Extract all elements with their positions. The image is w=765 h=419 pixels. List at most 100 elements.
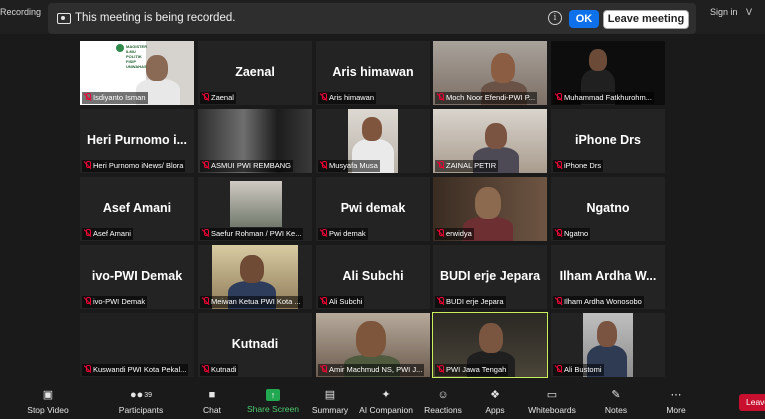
whiteboard-icon: ▭ — [546, 389, 558, 401]
participant-name-label: Ngatno — [553, 228, 591, 240]
person-face — [485, 123, 507, 149]
participant-tile[interactable]: Aris himawan Aris himawan — [316, 41, 430, 105]
person-face — [479, 323, 503, 353]
participant-tile[interactable]: BUDI erje Jepara BUDI erje Jepara — [433, 245, 547, 309]
share-screen-button[interactable]: ↑ Share Screen — [247, 385, 299, 414]
participant-display-name: Kutnadi — [231, 337, 279, 351]
participant-name: Kutnadi — [211, 365, 237, 374]
participant-tile[interactable]: Ali Subchi Ali Subchi — [316, 245, 430, 309]
info-icon[interactable]: i — [548, 11, 562, 25]
participant-name: Amir Machmud NS, PWI J... — [329, 365, 423, 374]
participant-display-name: BUDI erje Jepara — [439, 269, 541, 283]
mic-muted-icon — [437, 161, 444, 169]
participant-name-label: Meiwan Ketua PWI Kota ... — [200, 296, 303, 308]
participant-tile[interactable]: Saefur Rohman / PWI Ke... — [198, 177, 312, 241]
person-face — [356, 321, 386, 357]
whiteboards-button[interactable]: ▭ Whiteboards — [527, 385, 577, 415]
participant-tile[interactable]: Asef Amani Asef Amani — [80, 177, 194, 241]
participant-display-name: Asef Amani — [102, 201, 172, 215]
participant-tile[interactable]: Moch Noor Efendi-PWI P... — [433, 41, 547, 105]
share-arrow-icon: ↑ — [266, 389, 280, 401]
mic-muted-icon — [320, 229, 327, 237]
participant-name: erwidya — [446, 229, 472, 238]
sparkle-icon: ✦ — [381, 389, 391, 401]
participant-tile[interactable]: Kuswandi PWI Kota Pekal... — [80, 313, 194, 377]
leave-meeting-button[interactable]: Leave meeting — [603, 10, 689, 29]
notes-icon: ✎ — [611, 389, 621, 401]
participant-name: Muhammad Fatkhurohm... — [564, 93, 652, 102]
participant-name: Aris himawan — [329, 93, 375, 102]
participant-tile[interactable]: MAGISTER ILMU POLITIK FISIP UNWAHAS Isdiy… — [80, 41, 194, 105]
participant-tile[interactable]: Pwi demak Pwi demak — [316, 177, 430, 241]
participant-tile[interactable]: Zaenal Zaenal — [198, 41, 312, 105]
participant-tile[interactable]: Heri Purnomo i... Heri Purnomo iNews/ Blo… — [80, 109, 194, 173]
mic-muted-icon — [202, 229, 209, 237]
participant-tile[interactable]: ZAINAL PETIR — [433, 109, 547, 173]
ellipsis-icon: ⋯ — [670, 389, 682, 401]
participant-name-label: ZAINAL PETIR — [435, 160, 499, 172]
ok-button[interactable]: OK — [569, 10, 599, 28]
participant-name: ASMUI PWI REMBANG — [211, 161, 292, 170]
participant-name: Ali Bustomi — [564, 365, 602, 374]
participant-name-label: Kutnadi — [200, 364, 239, 376]
participant-display-name: Aris himawan — [332, 65, 414, 79]
participant-tile[interactable]: Ngatno Ngatno — [551, 177, 665, 241]
participant-tile[interactable]: Meiwan Ketua PWI Kota ... — [198, 245, 312, 309]
view-button[interactable]: V — [746, 7, 752, 17]
participant-tile[interactable]: PWI Jawa Tengah — [432, 312, 548, 378]
mic-muted-icon — [84, 365, 91, 373]
participant-tile[interactable]: ivo-PWI Demak ivo-PWI Demak — [80, 245, 194, 309]
participant-tile[interactable]: erwidya — [433, 177, 547, 241]
logo-icon — [116, 44, 124, 52]
person-face — [589, 49, 607, 71]
notes-button[interactable]: ✎ Notes — [601, 385, 631, 415]
participant-name: Ngatno — [564, 229, 589, 238]
participant-name: iPhone Drs — [564, 161, 602, 170]
participant-tile[interactable]: Ilham Ardha W... Ilham Ardha Wonosobo — [551, 245, 665, 309]
ai-companion-button[interactable]: ✦ AI Companion — [359, 385, 413, 415]
participant-tile[interactable]: Ali Bustomi — [551, 313, 665, 377]
mic-muted-icon — [437, 365, 444, 373]
stop-video-button[interactable]: ▣ Stop Video — [24, 385, 72, 415]
mic-muted-icon — [555, 93, 562, 101]
participant-name-label: Ali Subchi — [318, 296, 365, 308]
participant-name: Meiwan Ketua PWI Kota ... — [211, 297, 301, 306]
participant-display-name: Ilham Ardha W... — [559, 269, 657, 283]
leave-button[interactable]: Leave — [739, 394, 765, 411]
participant-tile[interactable]: ASMUI PWI REMBANG — [198, 109, 312, 173]
participants-button[interactable]: ●●39 Participants — [115, 385, 167, 415]
participant-tile[interactable]: iPhone Drs iPhone Drs — [551, 109, 665, 173]
person-face — [475, 187, 501, 219]
participant-name: Isdiyanto Isman — [93, 93, 146, 102]
reactions-button[interactable]: ☺ Reactions — [424, 385, 462, 415]
summary-button[interactable]: ▤ Summary — [311, 385, 349, 415]
mic-muted-icon — [437, 229, 444, 237]
participant-tile[interactable]: Muhammad Fatkhurohm... — [551, 41, 665, 105]
participant-name-label: Saefur Rohman / PWI Ke... — [200, 228, 304, 240]
participant-tile[interactable]: Amir Machmud NS, PWI J... — [316, 313, 430, 377]
participant-name-label: Muhammad Fatkhurohm... — [553, 92, 654, 104]
more-button[interactable]: ⋯ More — [662, 385, 690, 415]
participant-name-label: PWI Jawa Tengah — [435, 364, 509, 376]
participant-tile[interactable]: Musyafa Musa — [316, 109, 430, 173]
chat-button[interactable]: ■ Chat — [197, 385, 227, 415]
mic-muted-icon — [555, 161, 562, 169]
recording-banner: This meeting is being recorded. i OK Lea… — [48, 3, 696, 34]
mic-muted-icon — [84, 297, 91, 305]
participant-name-label: Kuswandi PWI Kota Pekal... — [82, 364, 189, 376]
participant-name: Kuswandi PWI Kota Pekal... — [93, 365, 187, 374]
participant-name: Musyafa Musa — [329, 161, 378, 170]
slide-header-text: MAGISTER ILMU POLITIK FISIP UNWAHAS — [126, 44, 148, 69]
participant-display-name: Heri Purnomo i... — [86, 133, 187, 147]
recording-icon — [57, 13, 71, 24]
participant-display-name: iPhone Drs — [575, 133, 641, 147]
participant-tile[interactable]: Kutnadi Kutnadi — [198, 313, 312, 377]
participant-name-label: Moch Noor Efendi-PWI P... — [435, 92, 538, 104]
participant-name-label: Asef Amani — [82, 228, 133, 240]
participant-display-name: ivo-PWI Demak — [91, 269, 183, 283]
mic-muted-icon — [84, 93, 91, 101]
sign-in-link[interactable]: Sign in — [710, 7, 738, 17]
participant-name: Asef Amani — [93, 229, 131, 238]
participant-video — [230, 181, 282, 227]
apps-button[interactable]: ❖ Apps — [481, 385, 509, 415]
